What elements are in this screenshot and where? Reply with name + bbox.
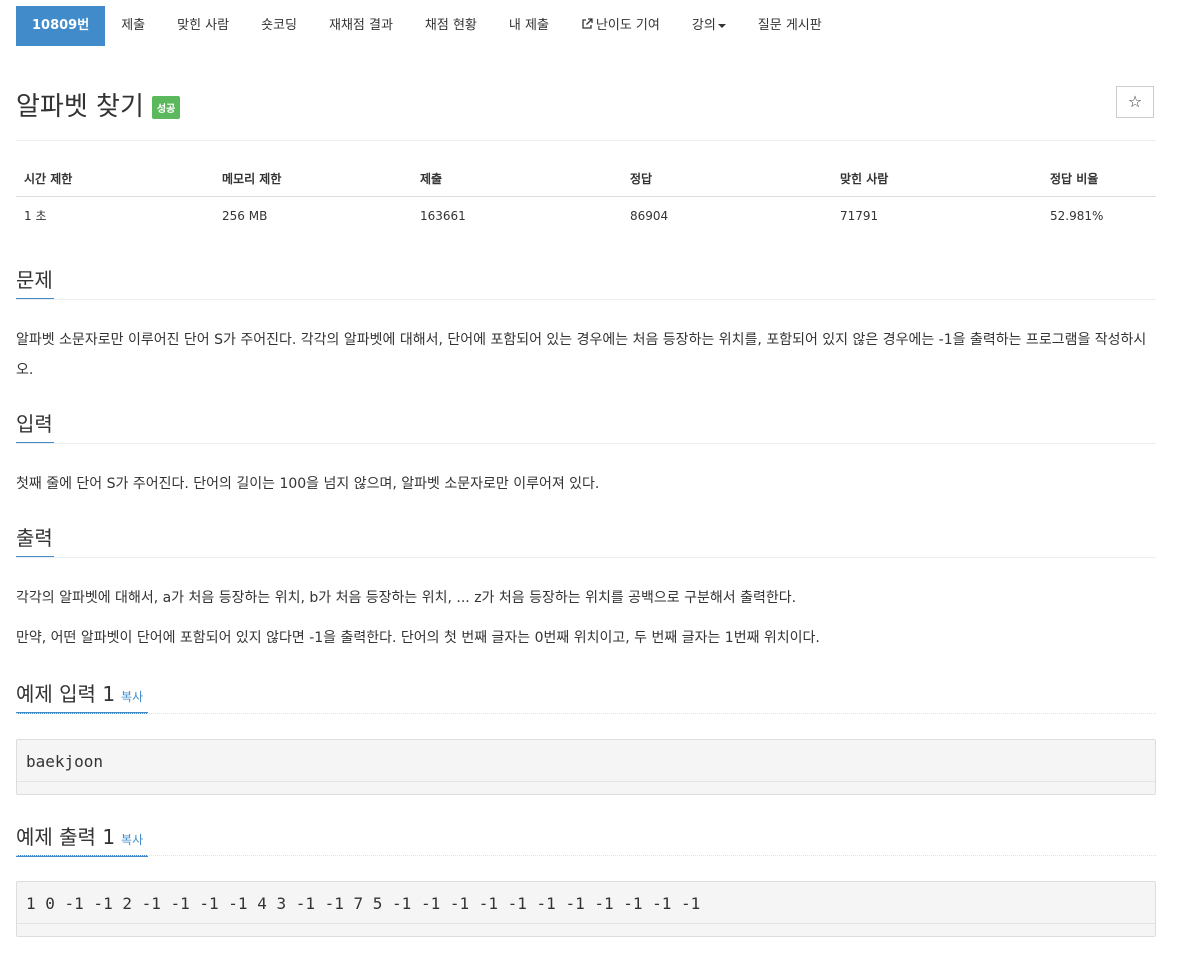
nav-judge-status[interactable]: 채점 현황 bbox=[409, 6, 493, 46]
sample-input-content: baekjoon bbox=[26, 752, 104, 771]
sample-input-heading-text: 예제 입력 1 bbox=[16, 682, 116, 706]
output-heading-text: 출력 bbox=[16, 526, 53, 550]
problem-description: 알파벳 소문자로만 이루어진 단어 S가 주어진다. 각각의 알파벳에 대해서,… bbox=[16, 332, 1147, 378]
value-memory-limit: 256 MB bbox=[222, 208, 268, 223]
nav-difficulty-contribution[interactable]: 난이도 기여 bbox=[565, 6, 676, 46]
page: 10809번 제출 맞힌 사람 숏코딩 재채점 결과 채점 현황 내 제출 난이… bbox=[0, 0, 1185, 965]
value-accept-ratio: 52.981% bbox=[1050, 208, 1104, 223]
nav-my-submissions[interactable]: 내 제출 bbox=[493, 6, 565, 46]
header-accept-ratio: 정답 비율 bbox=[1042, 160, 1156, 197]
section-divider bbox=[16, 713, 1156, 714]
problem-section-heading: 문제 bbox=[16, 264, 54, 300]
problem-title-row: 알파벳 찾기 성공 bbox=[16, 86, 181, 123]
value-time-limit: 1 초 bbox=[24, 209, 47, 223]
sample-input-heading: 예제 입력 1 복사 bbox=[16, 678, 148, 714]
nav-solved-users[interactable]: 맞힌 사람 bbox=[161, 6, 245, 46]
info-header-row: 시간 제한 메모리 제한 제출 정답 맞힌 사람 정답 비율 bbox=[16, 160, 1156, 197]
nav-difficulty-label: 난이도 기여 bbox=[595, 18, 660, 33]
nav-short-coding[interactable]: 숏코딩 bbox=[245, 6, 313, 46]
sample-output-content: 1 0 -1 -1 2 -1 -1 -1 -1 4 3 -1 -1 7 5 -1… bbox=[26, 894, 701, 913]
output-description-2: 만약, 어떤 알파벳이 단어에 포함되어 있지 않다면 -1을 출력한다. 단어… bbox=[16, 630, 820, 646]
nav-lectures-dropdown[interactable]: 강의 bbox=[676, 6, 742, 46]
nav-lectures-label: 강의 bbox=[691, 18, 716, 33]
input-description: 첫째 줄에 단어 S가 주어진다. 단어의 길이는 100을 넘지 않으며, 알… bbox=[16, 476, 600, 492]
nav-rejudge-results[interactable]: 재채점 결과 bbox=[313, 6, 409, 46]
sample-scrollbar[interactable] bbox=[17, 923, 1155, 924]
copy-sample-output-link[interactable]: 복사 bbox=[121, 833, 143, 847]
header-accepted: 정답 bbox=[622, 160, 832, 197]
star-icon: ☆ bbox=[1127, 92, 1143, 111]
title-divider bbox=[16, 140, 1156, 141]
input-heading-text: 입력 bbox=[16, 412, 53, 436]
nav-submit[interactable]: 제출 bbox=[105, 6, 161, 46]
problem-heading-text: 문제 bbox=[16, 268, 53, 292]
caret-down-icon bbox=[717, 23, 726, 28]
section-divider bbox=[16, 855, 1156, 856]
input-section-heading: 입력 bbox=[16, 408, 54, 444]
output-description-1: 각각의 알파벳에 대해서, a가 처음 등장하는 위치, b가 처음 등장하는 … bbox=[16, 590, 797, 606]
value-submissions: 163661 bbox=[420, 208, 466, 223]
header-submissions: 제출 bbox=[412, 160, 622, 197]
output-section-heading: 출력 bbox=[16, 522, 54, 558]
sample-output-heading: 예제 출력 1 복사 bbox=[16, 821, 148, 857]
section-divider bbox=[16, 299, 1156, 300]
page-title: 알파벳 찾기 bbox=[16, 92, 144, 122]
sample-scrollbar[interactable] bbox=[17, 781, 1155, 782]
sample-input-box: baekjoon bbox=[16, 739, 1156, 795]
value-accepted: 86904 bbox=[630, 208, 669, 223]
nav-question-board[interactable]: 질문 게시판 bbox=[742, 6, 838, 46]
info-value-row: 1 초 256 MB 163661 86904 71791 52.981% bbox=[16, 197, 1156, 235]
external-link-icon bbox=[582, 18, 593, 29]
status-badge: 성공 bbox=[151, 96, 181, 119]
value-solved-users: 71791 bbox=[840, 208, 879, 223]
sample-output-box: 1 0 -1 -1 2 -1 -1 -1 -1 4 3 -1 -1 7 5 -1… bbox=[16, 881, 1156, 937]
copy-sample-input-link[interactable]: 복사 bbox=[121, 690, 143, 704]
header-solved-users: 맞힌 사람 bbox=[832, 160, 1042, 197]
problem-info-table: 시간 제한 메모리 제한 제출 정답 맞힌 사람 정답 비율 1 초 256 M… bbox=[16, 160, 1156, 234]
nav-problem-number[interactable]: 10809번 bbox=[16, 6, 106, 46]
header-time-limit: 시간 제한 bbox=[16, 160, 214, 197]
sample-output-heading-text: 예제 출력 1 bbox=[16, 825, 116, 849]
section-divider bbox=[16, 443, 1156, 444]
section-divider bbox=[16, 557, 1156, 558]
favorite-star-button[interactable]: ☆ bbox=[1116, 86, 1154, 118]
problem-nav: 10809번 제출 맞힌 사람 숏코딩 재채점 결과 채점 현황 내 제출 난이… bbox=[16, 6, 838, 46]
header-memory-limit: 메모리 제한 bbox=[214, 160, 412, 197]
